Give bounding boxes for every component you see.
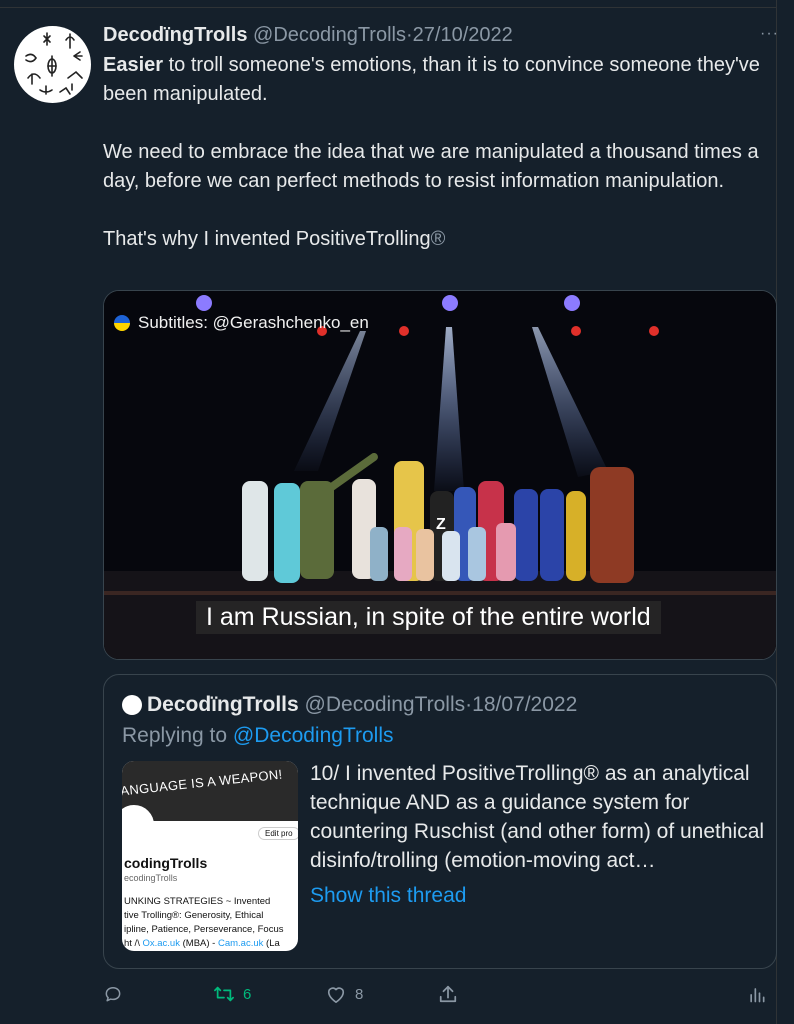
tweet-bold-word: Easier <box>103 54 164 76</box>
thumb-edit-button: Edit pro <box>258 827 298 840</box>
analytics-button[interactable] <box>747 984 767 1004</box>
analytics-icon <box>750 988 765 1003</box>
thumb-bio-line4: ht /\ Ox.ac.uk (MBA) - Cam.ac.uk (La <box>124 938 280 949</box>
comment-icon <box>105 987 121 1002</box>
top-divider <box>0 7 776 8</box>
thumb-bio-line2: tive Trolling®: Generosity, Ethical <box>124 910 264 921</box>
subtitle-credit-text: Subtitles: @Gerashchenko_en <box>138 313 369 332</box>
share-button[interactable] <box>437 984 459 1004</box>
tweet-actions: 6 8 <box>103 984 773 1008</box>
registered-mark: ® <box>430 228 446 250</box>
tweet-paragraph-3: That's why I invented PositiveTrolling® <box>103 225 763 254</box>
thumb-name: codingTrolls <box>124 855 208 871</box>
more-options-icon[interactable]: ··· <box>760 25 779 43</box>
quoted-header: DecodïngTrolls @DecodingTrolls · 18/07/202… <box>122 692 577 718</box>
thumb-bio-line1: UNKING STRATEGIES ~ Invented <box>124 896 271 907</box>
author-name[interactable]: DecodïngTrolls <box>103 24 247 46</box>
thumb-handle: ecodingTrolls <box>124 873 178 883</box>
ukraine-flag-icon <box>114 315 130 331</box>
retweet-count: 6 <box>243 985 252 1003</box>
tweet-body: Easier to troll someone's emotions, than… <box>103 51 763 254</box>
quoted-tweet[interactable]: DecodïngTrolls @DecodingTrolls · 18/07/202… <box>103 674 777 969</box>
show-thread-link[interactable]: Show this thread <box>310 882 466 910</box>
share-icon <box>439 985 457 1003</box>
header-separator: · <box>405 24 413 46</box>
quoted-author-handle: @DecodingTrolls <box>304 693 466 716</box>
tweet-line-3: That's why I invented PositiveTrolling <box>103 228 431 250</box>
quoted-separator: · <box>465 693 473 716</box>
thumb-bio: UNKING STRATEGIES ~ Invented tive Trolli… <box>124 895 283 951</box>
tweet-paragraph-1: Easier to troll someone's emotions, than… <box>103 51 763 109</box>
replying-handle-link[interactable]: @DecodingTrolls <box>233 724 394 747</box>
thumb-banner-text: ANGUAGE IS A WEAPON! <box>122 766 284 799</box>
quoted-author-name: DecodïngTrolls <box>147 693 299 716</box>
author-avatar[interactable] <box>14 26 91 103</box>
replying-to: Replying to @DecodingTrolls <box>122 723 394 749</box>
tweet-paragraph-2: We need to embrace the idea that we are … <box>103 141 759 192</box>
quoted-thumbnail[interactable]: ANGUAGE IS A WEAPON! Edit pro codingTrol… <box>122 761 298 951</box>
tweet-header: DecodïngTrolls @DecodingTrolls·27/10/202… <box>103 23 513 47</box>
thumb-avatar <box>122 805 154 845</box>
author-handle[interactable]: @DecodingTrolls <box>253 24 406 46</box>
video-player[interactable]: Z Subtitles: @Gerashchenko_en I am Russi… <box>103 290 777 660</box>
like-button[interactable]: 8 <box>325 984 363 1004</box>
quoted-date: 18/07/2022 <box>472 693 578 716</box>
tweet-line-1: to troll someone's emotions, than it is … <box>103 54 760 105</box>
thumb-bio-line3: ipline, Patience, Perseverance, Focus <box>124 924 284 935</box>
heart-icon <box>327 987 345 1003</box>
replying-prefix: Replying to <box>122 724 233 747</box>
retweet-icon <box>214 986 234 1002</box>
like-count: 8 <box>355 985 364 1003</box>
quoted-text: 10/ I invented PositiveTrolling® as an a… <box>310 762 765 872</box>
retweet-button[interactable]: 6 <box>213 984 251 1004</box>
tweet-date[interactable]: 27/10/2022 <box>413 24 513 46</box>
video-caption: I am Russian, in spite of the entire wor… <box>196 601 661 634</box>
quoted-avatar[interactable] <box>122 695 142 715</box>
doodle-avatar-icon <box>25 32 83 95</box>
subtitle-credit: Subtitles: @Gerashchenko_en <box>114 313 369 333</box>
svg-text:Z: Z <box>436 516 446 533</box>
reply-button[interactable] <box>103 984 123 1004</box>
